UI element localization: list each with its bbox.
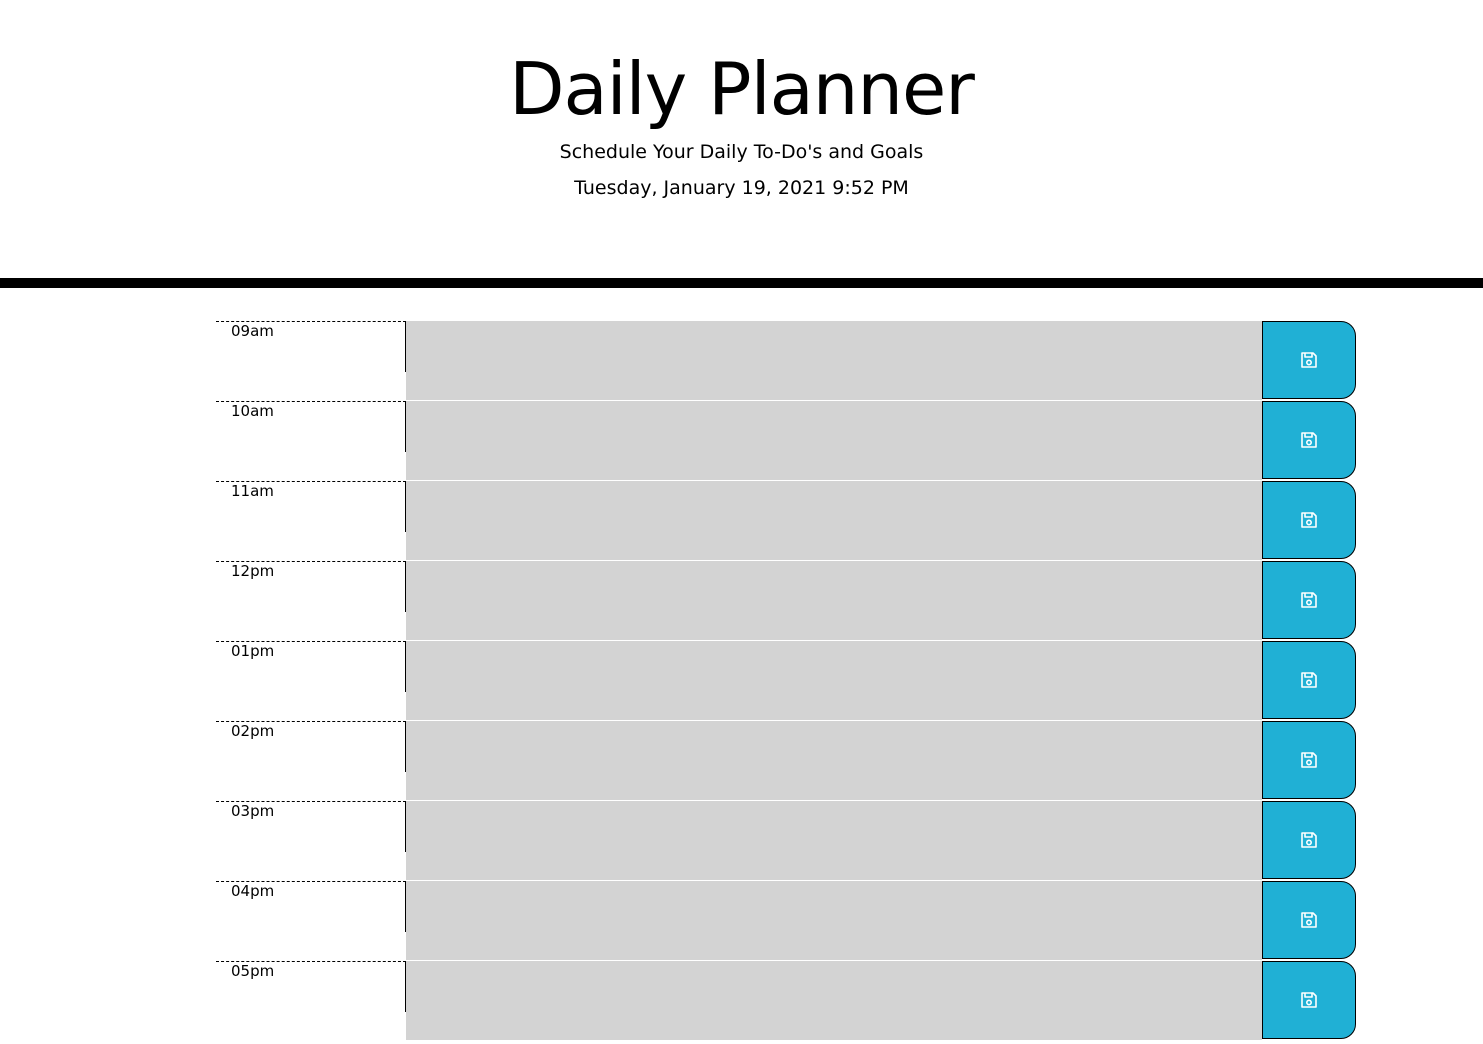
description-input[interactable] [406, 641, 1262, 720]
hour-cell: 05pm [216, 961, 406, 1041]
hour-label: 04pm [231, 882, 275, 900]
save-icon [1299, 910, 1319, 930]
save-button[interactable] [1262, 721, 1356, 799]
page-title: Daily Planner [509, 47, 975, 131]
time-block-row: 03pm [216, 801, 1356, 881]
description-cell [406, 561, 1262, 641]
time-block-row: 10am [216, 401, 1356, 481]
hour-label: 03pm [231, 802, 275, 820]
time-block-row: 12pm [216, 561, 1356, 641]
time-block-row: 05pm [216, 961, 1356, 1041]
description-input[interactable] [406, 481, 1262, 560]
page-subtitle: Schedule Your Daily To-Do's and Goals [559, 141, 924, 163]
save-button[interactable] [1262, 881, 1356, 959]
save-icon [1299, 750, 1319, 770]
save-icon [1299, 990, 1319, 1010]
description-cell [406, 321, 1262, 401]
time-block-row: 02pm [216, 721, 1356, 801]
description-input[interactable] [406, 561, 1262, 640]
description-cell [406, 801, 1262, 881]
hour-cell: 03pm [216, 801, 406, 881]
time-block-row: 04pm [216, 881, 1356, 961]
save-icon [1299, 590, 1319, 610]
hour-label: 12pm [231, 562, 275, 580]
hour-cell: 11am [216, 481, 406, 561]
description-cell [406, 961, 1262, 1041]
description-cell [406, 721, 1262, 801]
current-day: Tuesday, January 19, 2021 9:52 PM [574, 177, 909, 199]
hour-label: 05pm [231, 962, 275, 980]
description-input[interactable] [406, 321, 1262, 400]
hour-label: 01pm [231, 642, 275, 660]
save-icon [1299, 510, 1319, 530]
hour-cell: 02pm [216, 721, 406, 801]
description-input[interactable] [406, 721, 1262, 800]
save-button[interactable] [1262, 561, 1356, 639]
save-button[interactable] [1262, 321, 1356, 399]
hour-label: 02pm [231, 722, 275, 740]
save-button[interactable] [1262, 961, 1356, 1039]
time-block-row: 09am [216, 321, 1356, 401]
header-divider [0, 278, 1483, 288]
hour-cell: 10am [216, 401, 406, 481]
hour-label: 10am [231, 402, 274, 420]
description-input[interactable] [406, 961, 1262, 1040]
save-button[interactable] [1262, 401, 1356, 479]
save-button[interactable] [1262, 481, 1356, 559]
hour-cell: 01pm [216, 641, 406, 721]
save-icon [1299, 430, 1319, 450]
description-input[interactable] [406, 401, 1262, 480]
save-icon [1299, 350, 1319, 370]
save-button[interactable] [1262, 801, 1356, 879]
hour-label: 09am [231, 322, 274, 340]
hour-cell: 12pm [216, 561, 406, 641]
time-block-row: 11am [216, 481, 1356, 561]
hour-cell: 09am [216, 321, 406, 401]
save-button[interactable] [1262, 641, 1356, 719]
description-input[interactable] [406, 801, 1262, 880]
hour-cell: 04pm [216, 881, 406, 961]
time-block-container: 09am 10am 11am 12pm 01pm 02pm 03pm 04pm [216, 321, 1356, 1041]
jumbotron: Daily Planner Schedule Your Daily To-Do'… [0, 0, 1483, 278]
description-cell [406, 481, 1262, 561]
save-icon [1299, 830, 1319, 850]
time-block-row: 01pm [216, 641, 1356, 721]
save-icon [1299, 670, 1319, 690]
description-cell [406, 881, 1262, 961]
description-cell [406, 401, 1262, 481]
description-cell [406, 641, 1262, 721]
hour-label: 11am [231, 482, 274, 500]
description-input[interactable] [406, 881, 1262, 960]
